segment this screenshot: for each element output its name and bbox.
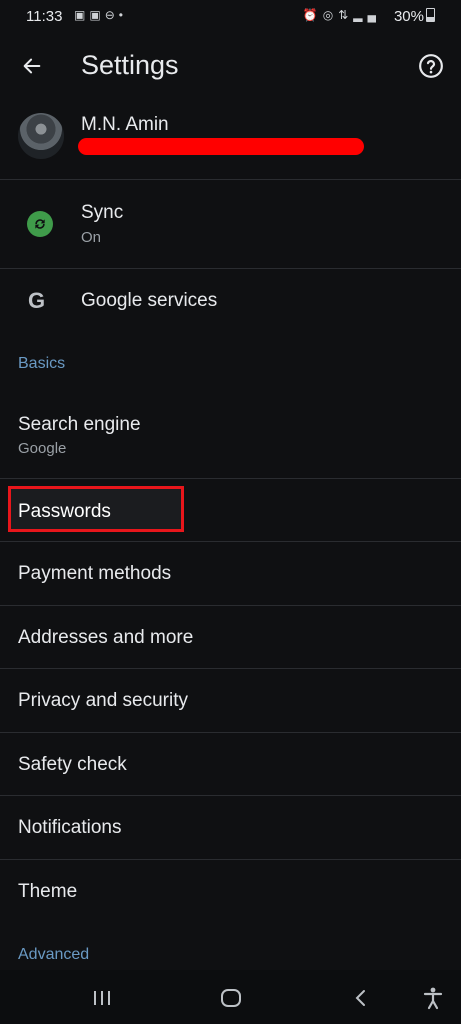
passwords-label: Passwords: [18, 501, 111, 522]
search-engine-value: Google: [18, 440, 67, 457]
status-bar: 11:33 ▣▣⊖• ⏰◎⇅▂▄ 30%: [0, 0, 461, 34]
hotspot-icon: ◎: [322, 8, 339, 22]
back-button[interactable]: [14, 48, 50, 84]
battery-percent: 30%: [393, 8, 424, 25]
account-name: M.N. Amin: [81, 114, 169, 135]
account-row[interactable]: M.N. Amin: [0, 100, 461, 180]
calendar-icon: ▣: [74, 8, 90, 22]
accessibility-button[interactable]: [418, 984, 448, 1012]
battery-icon: [426, 8, 435, 22]
theme-label: Theme: [18, 881, 78, 902]
alarm-icon: ⏰: [302, 8, 323, 22]
back-icon: [355, 990, 365, 1006]
dot-icon: •: [118, 8, 127, 22]
theme-row[interactable]: Theme: [0, 861, 461, 923]
passwords-row[interactable]: Passwords: [0, 479, 461, 541]
divider: [0, 668, 461, 669]
app-bar: Settings: [0, 34, 461, 98]
divider: [0, 541, 461, 542]
dnd-icon: ⊖: [104, 8, 119, 22]
home-icon: [221, 989, 241, 1007]
section-header-basics: Basics: [18, 355, 66, 372]
passwords-highlight-box: Passwords: [8, 486, 184, 532]
accessibility-icon: [423, 987, 443, 1010]
sync-row[interactable]: Sync On: [0, 180, 461, 268]
payment-methods-label: Payment methods: [18, 563, 172, 584]
payment-methods-row[interactable]: Payment methods: [0, 543, 461, 605]
nav-back-button[interactable]: [346, 984, 376, 1012]
section-header-advanced: Advanced: [18, 946, 90, 963]
recent-apps-button[interactable]: [87, 984, 117, 1012]
safety-check-label: Safety check: [18, 754, 127, 775]
avatar: [18, 113, 64, 159]
google-services-row[interactable]: G Google services: [0, 268, 461, 334]
calendar-icon: ▣: [89, 8, 105, 22]
redacted-email: [78, 138, 364, 155]
help-button[interactable]: [415, 50, 447, 82]
divider: [0, 605, 461, 606]
system-nav-bar: [0, 970, 461, 1024]
page-title: Settings: [81, 50, 179, 80]
privacy-row[interactable]: Privacy and security: [0, 670, 461, 732]
divider: [0, 732, 461, 733]
signal-icon: ▂▄: [353, 8, 381, 22]
addresses-label: Addresses and more: [18, 627, 194, 648]
status-time: 11:33: [26, 8, 63, 25]
battery-indicator: 30%: [394, 8, 435, 25]
safety-check-row[interactable]: Safety check: [0, 734, 461, 796]
divider: [0, 859, 461, 860]
status-right-icons: ⏰◎⇅▂▄: [303, 8, 381, 22]
sync-icon: [27, 211, 53, 237]
sync-label: Sync: [81, 202, 124, 223]
addresses-row[interactable]: Addresses and more: [0, 607, 461, 669]
google-g-icon: G: [28, 288, 46, 313]
recent-apps-icon: [94, 991, 110, 1005]
help-circle-icon: [419, 54, 443, 78]
notifications-row[interactable]: Notifications: [0, 797, 461, 859]
privacy-label: Privacy and security: [18, 690, 189, 711]
arrow-left-icon: [23, 58, 41, 74]
google-services-label: Google services: [81, 290, 218, 311]
search-engine-row[interactable]: Search engine Google: [0, 392, 461, 478]
search-engine-label: Search engine: [18, 414, 141, 435]
status-left-icons: ▣▣⊖•: [74, 8, 127, 22]
sync-status: On: [81, 229, 102, 246]
home-button[interactable]: [216, 984, 246, 1012]
notifications-label: Notifications: [18, 817, 122, 838]
divider: [0, 795, 461, 796]
4g-icon: ⇅: [338, 8, 354, 22]
